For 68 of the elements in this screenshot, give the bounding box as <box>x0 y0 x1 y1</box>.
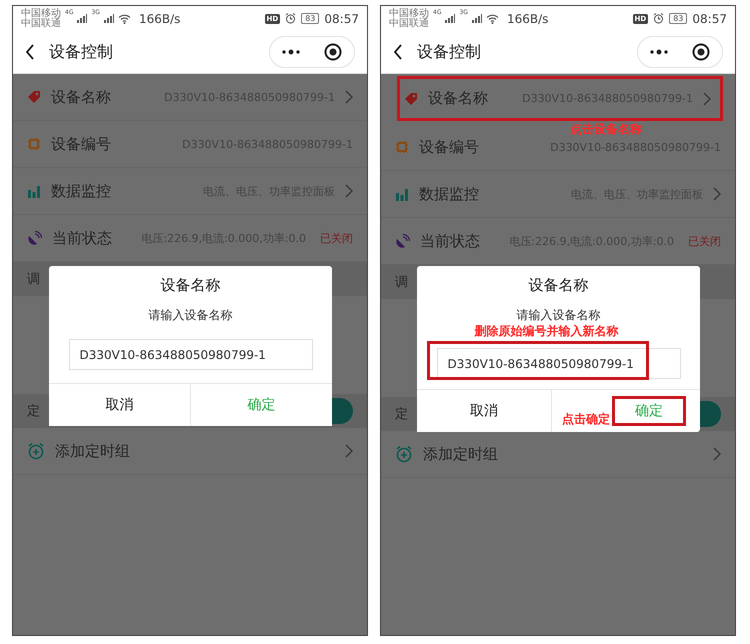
page-title: 设备控制 <box>417 42 481 62</box>
wifi-icon <box>118 14 131 24</box>
chevron-icon <box>345 444 353 458</box>
row-label: 当前状态 <box>52 228 112 248</box>
satellite-icon <box>395 234 410 248</box>
network-speed: 166B/s <box>506 12 548 26</box>
clock-time: 08:57 <box>324 12 359 26</box>
chevron-icon <box>713 187 721 201</box>
section-label: 调 <box>395 274 408 291</box>
chevron-icon <box>345 90 353 104</box>
chip-icon <box>395 140 409 154</box>
dialog-prompt: 请输入设备名称 <box>516 307 600 324</box>
chevron-icon <box>703 92 711 106</box>
row-label: 设备编号 <box>419 138 479 156</box>
row-label: 数据监控 <box>51 182 111 200</box>
signal-icon <box>104 14 114 23</box>
row-label: 添加定时组 <box>55 442 130 460</box>
back-icon[interactable] <box>393 44 403 60</box>
dialog-title: 设备名称 <box>160 276 220 295</box>
confirm-button[interactable]: 确定 <box>612 396 686 426</box>
row-label: 数据监控 <box>419 184 479 204</box>
row-label: 设备编号 <box>51 134 111 154</box>
carrier-name: 中国移动 <box>389 8 429 18</box>
alarm-icon <box>285 13 296 24</box>
battery-level: 83 <box>669 13 688 24</box>
dialog-prompt: 请输入设备名称 <box>148 307 232 324</box>
more-icon[interactable] <box>282 49 300 55</box>
status-text: 已关闭 <box>688 234 721 248</box>
tag-icon <box>27 90 41 104</box>
battery-level: 83 <box>301 13 320 24</box>
row-label: 设备名称 <box>51 88 111 106</box>
annotation-note: 点击确定 <box>562 411 610 428</box>
carrier-name: 中国移动 <box>21 8 61 18</box>
row-label: 设备名称 <box>428 89 488 108</box>
section-label: 定 <box>27 403 40 420</box>
bar-chart-icon <box>395 187 409 201</box>
back-icon[interactable] <box>25 44 35 60</box>
alarm-add-icon <box>395 445 413 463</box>
bar-chart-icon <box>27 184 41 198</box>
close-target-icon[interactable] <box>692 43 710 61</box>
section-label: 定 <box>395 406 408 423</box>
more-icon[interactable] <box>650 49 668 55</box>
alarm-icon <box>653 13 664 24</box>
signal-icon <box>77 14 88 23</box>
close-target-icon[interactable] <box>324 43 342 61</box>
carrier-name: 中国联通 <box>21 18 61 28</box>
signal-icon <box>445 14 456 23</box>
clock-time: 08:57 <box>692 12 727 26</box>
row-label: 添加定时组 <box>423 444 498 464</box>
alarm-add-icon <box>27 442 45 460</box>
name-input[interactable]: D330V10-863488050980799-1 <box>436 348 680 379</box>
tag-icon <box>404 92 418 106</box>
wifi-icon <box>486 14 499 24</box>
chevron-icon <box>713 447 721 461</box>
annotation-note: 点击设备名称 <box>570 121 642 138</box>
satellite-icon <box>27 230 42 246</box>
row-label: 当前状态 <box>420 232 480 250</box>
carrier-name: 中国联通 <box>389 18 429 28</box>
chip-icon <box>27 137 41 151</box>
dialog-title: 设备名称 <box>528 276 588 295</box>
section-label: 调 <box>27 271 40 288</box>
network-speed: 166B/s <box>138 12 180 26</box>
annotation-note: 删除原始编号并输入新名称 <box>474 323 618 340</box>
name-input[interactable]: D330V10-863488050980799-1 <box>68 339 312 370</box>
page-title: 设备控制 <box>49 42 113 62</box>
signal-icon <box>472 14 482 23</box>
chevron-icon <box>345 184 353 198</box>
status-text: 已关闭 <box>320 230 353 246</box>
